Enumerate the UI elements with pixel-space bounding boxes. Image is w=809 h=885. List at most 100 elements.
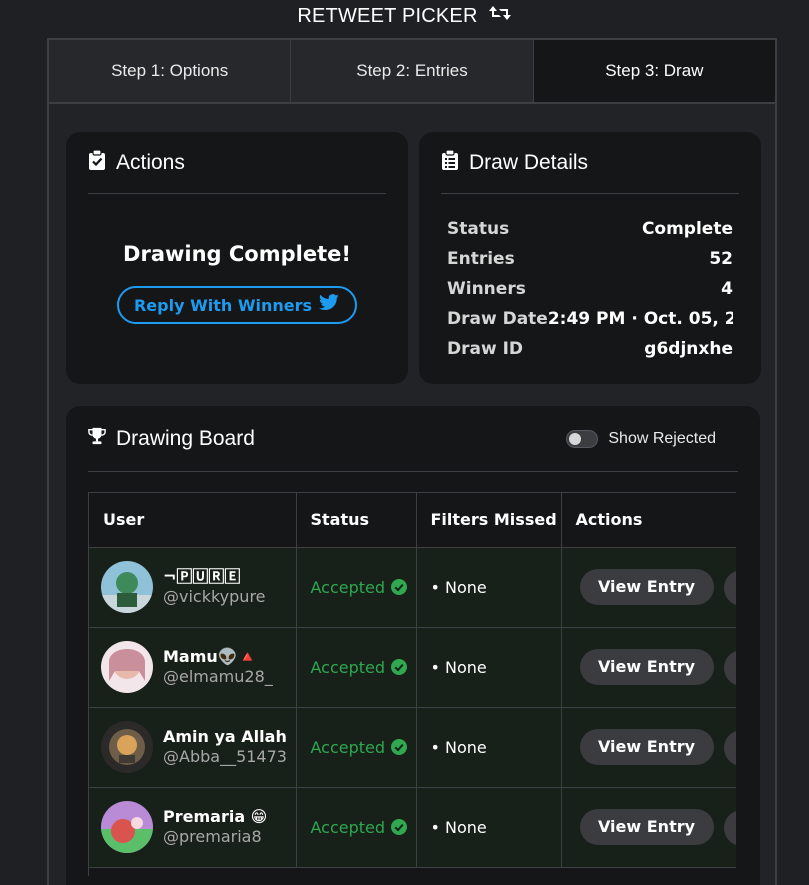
detail-value: g6djnxhe xyxy=(644,339,733,359)
user-info: ¬🄿🅄🅁🄴 @vickkypure xyxy=(101,561,296,613)
clipboard-check-icon xyxy=(88,148,106,176)
draw-details-card: Draw Details Status Complete Entries 52 … xyxy=(419,132,761,384)
drawing-board-table-viewport[interactable]: User Status Filters Missed Actions ¬🄿🅄🅁🄴… xyxy=(88,492,736,876)
show-rejected-label: Show Rejected xyxy=(608,430,716,447)
user-cell: Premaria 😁 @premaria8 xyxy=(89,787,297,868)
table-row: Mamu👽🔺 @elmamu28_ Accepted • None View E… xyxy=(89,627,736,708)
check-circle-icon xyxy=(391,819,408,835)
view-entry-button[interactable]: View Entry xyxy=(579,808,714,845)
column-header-filters-missed: Filters Missed xyxy=(416,493,562,548)
avatar[interactable] xyxy=(101,721,153,773)
status-badge: Accepted xyxy=(311,578,416,597)
table-row: Premaria 😁 @premaria8 Accepted • None Vi… xyxy=(89,787,736,868)
user-info: Amin ya Allah @Abba__51473 xyxy=(101,721,296,773)
table-header-row: User Status Filters Missed Actions xyxy=(89,493,736,548)
actions-card: Actions Drawing Complete! Reply With Win… xyxy=(66,132,408,384)
detail-row-entries: Entries 52 xyxy=(447,244,733,274)
drawing-complete-message: Drawing Complete! xyxy=(123,242,351,266)
drawing-board-table: User Status Filters Missed Actions ¬🄿🅄🅁🄴… xyxy=(89,493,736,868)
trophy-icon xyxy=(88,426,106,452)
detail-row-draw-id: Draw ID g6djnxhe xyxy=(447,334,733,364)
status-text: Accepted xyxy=(310,577,386,597)
user-display-name: Mamu👽🔺 xyxy=(163,647,258,666)
user-display-name: ¬🄿🅄🅁🄴 xyxy=(163,567,241,586)
user-info: Mamu👽🔺 @elmamu28_ xyxy=(101,641,296,693)
actions-cell: View Entry xyxy=(561,787,736,868)
status-badge: Accepted xyxy=(311,738,416,757)
status-badge: Accepted xyxy=(311,658,416,677)
drawing-board-header: Drawing Board Show Rejected xyxy=(88,406,738,472)
user-cell: Amin ya Allah @Abba__51473 xyxy=(89,707,297,788)
check-circle-icon xyxy=(391,739,408,755)
drawing-board-card: Drawing Board Show Rejected User Status … xyxy=(66,406,760,885)
view-entry-button[interactable]: View Entry xyxy=(579,648,714,685)
twitter-bird-icon xyxy=(318,294,340,316)
table-row: ¬🄿🅄🅁🄴 @vickkypure Accepted • None View E… xyxy=(89,547,736,628)
draw-details-title: Draw Details xyxy=(469,150,589,174)
filters-missed-cell: • None xyxy=(416,787,562,868)
user-display-name: Premaria 😁 xyxy=(163,807,268,826)
avatar[interactable] xyxy=(101,561,153,613)
user-handle[interactable]: @elmamu28_ xyxy=(163,667,273,687)
detail-value: 2:49 PM · Oct. 05, 2 xyxy=(547,309,733,329)
status-text: Accepted xyxy=(310,657,386,677)
detail-row-status: Status Complete xyxy=(447,214,733,244)
actions-cell: View Entry xyxy=(561,547,736,628)
view-entry-button[interactable]: View Entry xyxy=(579,728,714,765)
tab-step-entries[interactable]: Step 2: Entries xyxy=(291,40,534,102)
secondary-action-button[interactable] xyxy=(723,729,736,766)
user-display-name: Amin ya Allah xyxy=(163,727,287,746)
user-handle[interactable]: @vickkypure xyxy=(163,587,266,607)
detail-label: Entries xyxy=(447,249,515,269)
user-cell: Mamu👽🔺 @elmamu28_ xyxy=(89,627,297,708)
reply-with-winners-button[interactable]: Reply With Winners xyxy=(117,286,357,324)
detail-value: 52 xyxy=(709,249,733,269)
user-info: Premaria 😁 @premaria8 xyxy=(101,801,296,853)
detail-label: Draw Date xyxy=(447,309,548,329)
status-cell: Accepted xyxy=(296,547,417,628)
user-cell: ¬🄿🅄🅁🄴 @vickkypure xyxy=(89,547,297,628)
show-rejected-toggle[interactable] xyxy=(566,430,599,448)
status-cell: Accepted xyxy=(296,627,417,708)
column-header-actions: Actions xyxy=(561,493,736,548)
actions-header: Actions xyxy=(88,132,386,194)
filters-missed-cell: • None xyxy=(416,547,562,628)
view-entry-button[interactable]: View Entry xyxy=(579,568,714,605)
secondary-action-button[interactable] xyxy=(723,809,736,846)
detail-row-draw-date: Draw Date 2:49 PM · Oct. 05, 2 xyxy=(447,304,733,334)
retweet-icon xyxy=(488,3,512,29)
status-text: Accepted xyxy=(310,817,386,837)
column-header-user: User xyxy=(89,493,297,548)
tab-step-draw[interactable]: Step 3: Draw xyxy=(533,40,775,102)
actions-title: Actions xyxy=(116,150,185,174)
clipboard-list-icon xyxy=(441,148,459,176)
draw-details-list: Status Complete Entries 52 Winners 4 Dra… xyxy=(447,214,733,364)
column-header-status: Status xyxy=(296,493,417,548)
detail-row-winners: Winners 4 xyxy=(447,274,733,304)
app-title: RETWEET PICKER xyxy=(0,3,809,29)
user-handle[interactable]: @premaria8 xyxy=(163,827,267,847)
filters-missed-cell: • None xyxy=(416,707,562,788)
drawing-board-title: Drawing Board xyxy=(116,426,255,450)
reply-label: Reply With Winners xyxy=(133,295,313,315)
secondary-action-button[interactable] xyxy=(723,569,736,606)
avatar[interactable] xyxy=(101,801,153,853)
detail-label: Draw ID xyxy=(447,339,524,359)
avatar[interactable] xyxy=(101,641,153,693)
user-handle[interactable]: @Abba__51473 xyxy=(163,747,287,767)
detail-value: Complete xyxy=(641,219,733,239)
secondary-action-button[interactable] xyxy=(723,649,736,686)
status-text: Accepted xyxy=(310,737,386,757)
filters-missed-cell: • None xyxy=(416,627,562,708)
wizard-frame: Step 1: Options Step 2: Entries Step 3: … xyxy=(47,38,777,885)
app-title-text: RETWEET PICKER xyxy=(297,4,478,27)
detail-label: Winners xyxy=(447,279,526,299)
actions-cell: View Entry xyxy=(561,707,736,788)
status-cell: Accepted xyxy=(296,707,417,788)
tab-step-options[interactable]: Step 1: Options xyxy=(49,40,292,102)
show-rejected-control: Show Rejected xyxy=(566,430,716,448)
detail-label: Status xyxy=(447,219,510,239)
check-circle-icon xyxy=(391,579,408,595)
step-tabs: Step 1: Options Step 2: Entries Step 3: … xyxy=(49,40,775,104)
detail-value: 4 xyxy=(721,279,733,299)
